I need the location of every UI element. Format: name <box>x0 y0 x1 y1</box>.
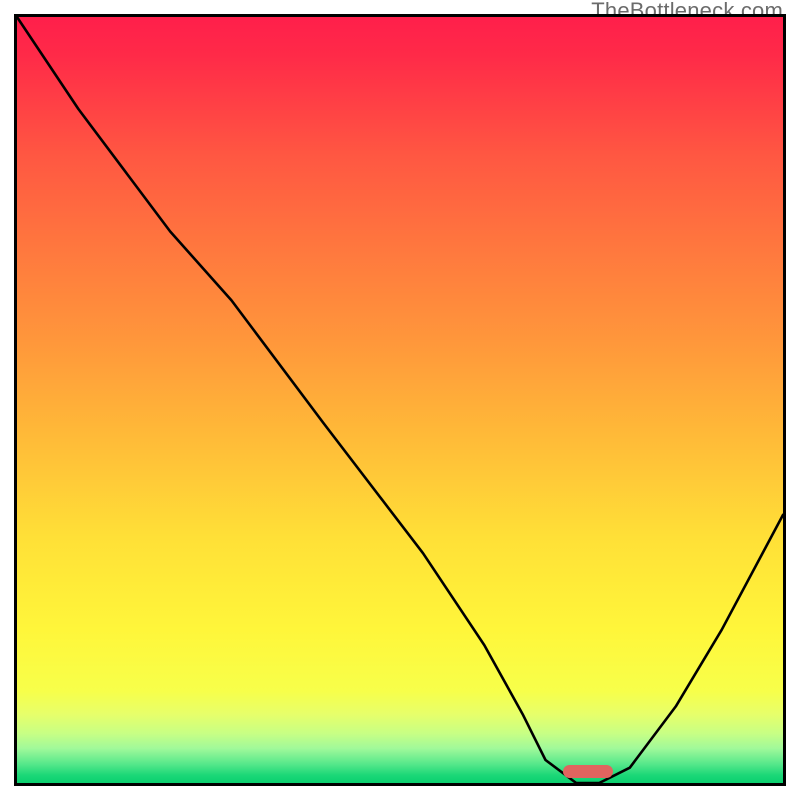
chart-frame <box>14 14 786 786</box>
bottleneck-curve <box>17 17 783 783</box>
curve-layer <box>17 17 783 783</box>
optimal-range-marker <box>563 765 613 779</box>
